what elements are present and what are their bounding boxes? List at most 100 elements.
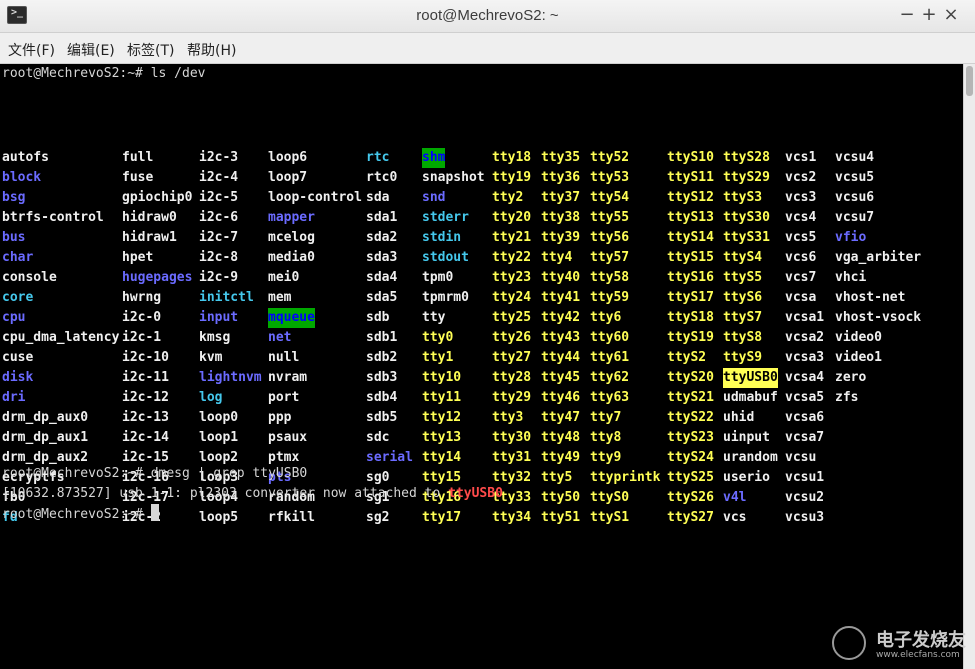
dev-entry: sdb — [366, 310, 390, 325]
dev-entry: tty — [422, 310, 446, 325]
dev-entry: vcsa3 — [785, 350, 825, 365]
menu-help[interactable]: 帮助(H) — [187, 40, 236, 60]
maximize-button[interactable]: + — [918, 5, 940, 25]
dev-entry: tty35 — [541, 150, 581, 165]
watermark-logo-icon — [832, 626, 866, 660]
dev-entry: i2c-11 — [122, 370, 169, 385]
dev-entry: kvm — [199, 350, 223, 365]
dev-entry: uinput — [723, 430, 770, 445]
dev-entry: vcsu2 — [785, 490, 825, 505]
dev-entry: vcsu — [785, 450, 817, 465]
dev-entry: stderr — [422, 210, 469, 225]
dev-entry: mqueue — [268, 308, 315, 328]
dev-entry: vcs7 — [785, 270, 817, 285]
dev-entry: tty39 — [541, 230, 581, 245]
title-bar[interactable]: >_ root@MechrevoS2: ~ − + × — [0, 0, 975, 33]
dev-entry: tty31 — [492, 450, 532, 465]
dev-entry: ttyS27 — [667, 510, 714, 525]
dev-entry: i2c-3 — [199, 150, 239, 165]
scrollbar-thumb[interactable] — [966, 66, 973, 96]
dev-entry: ttyS12 — [667, 190, 714, 205]
dev-entry: vcs2 — [785, 170, 817, 185]
scrollbar[interactable] — [963, 64, 975, 669]
watermark: 电子发烧友 www.elecfans.com — [826, 620, 966, 665]
dev-entry: ttyS17 — [667, 290, 714, 305]
menu-file[interactable]: 文件(F) — [8, 40, 55, 60]
dev-entry: tty8 — [590, 430, 622, 445]
dev-entry: sdb5 — [366, 410, 398, 425]
dev-entry: tty1 — [422, 350, 454, 365]
dev-entry: ttyS5 — [723, 270, 763, 285]
dev-entry: cpu — [2, 310, 26, 325]
terminal-window: >_ root@MechrevoS2: ~ − + × 文件(F) 编辑(E) … — [0, 0, 975, 669]
dev-entry: vcs4 — [785, 210, 817, 225]
dev-entry: tty20 — [492, 210, 532, 225]
dev-entry: mei0 — [268, 270, 300, 285]
dev-entry: vcs — [723, 510, 747, 525]
dev-entry: tty6 — [590, 310, 622, 325]
dev-entry: vcsa7 — [785, 430, 825, 445]
menu-tabs[interactable]: 标签(T) — [127, 40, 174, 60]
dev-entry: bsg — [2, 190, 26, 205]
dev-entry: block — [2, 170, 42, 185]
minimize-button[interactable]: − — [896, 5, 918, 25]
dev-entry: vcsu3 — [785, 510, 825, 525]
dev-entry: kmsg — [199, 330, 231, 345]
dev-entry: vcsa1 — [785, 310, 825, 325]
dev-entry: vcsa6 — [785, 410, 825, 425]
dev-entry: log — [199, 390, 223, 405]
dev-entry: tpmrm0 — [422, 290, 469, 305]
dev-entry: hugepages — [122, 270, 193, 285]
dev-entry: tty58 — [590, 270, 630, 285]
dev-entry: uhid — [723, 410, 755, 425]
dev-entry: char — [2, 250, 34, 265]
dev-entry: sda2 — [366, 230, 398, 245]
dev-entry: snd — [422, 190, 446, 205]
dev-entry: tty56 — [590, 230, 630, 245]
dev-entry: ttyS7 — [723, 310, 763, 325]
dev-entry: ttyS10 — [667, 150, 714, 165]
dev-entry: vcsu4 — [835, 150, 875, 165]
dev-entry: nvram — [268, 370, 308, 385]
dev-entry: null — [268, 350, 300, 365]
dev-entry: tty47 — [541, 410, 581, 425]
dev-entry: i2c-9 — [199, 270, 239, 285]
close-button[interactable]: × — [940, 5, 962, 25]
dev-entry: ttyS22 — [667, 410, 714, 425]
dev-entry: zfs — [835, 390, 859, 405]
dev-entry: tty11 — [422, 390, 462, 405]
dev-entry: ttyS24 — [667, 450, 714, 465]
terminal-output[interactable]: root@MechrevoS2:~# ls /dev autofs block bs… — [0, 64, 963, 669]
dev-entry: autofs — [2, 150, 49, 165]
dev-entry: tty30 — [492, 430, 532, 445]
dev-entry: sdb2 — [366, 350, 398, 365]
dev-entry: vcsa5 — [785, 390, 825, 405]
dev-entry: stdout — [422, 250, 469, 265]
dev-entry: tty25 — [492, 310, 532, 325]
dev-entry: tty3 — [492, 410, 524, 425]
dev-entry: port — [268, 390, 300, 405]
dev-entry: tty2 — [492, 190, 524, 205]
dev-entry: vhci — [835, 270, 867, 285]
dev-entry: i2c-14 — [122, 430, 169, 445]
dev-entry: btrfs-control — [2, 210, 104, 225]
menu-bar: 文件(F) 编辑(E) 标签(T) 帮助(H) — [0, 33, 975, 64]
dev-entry: ttyS3 — [723, 190, 763, 205]
dev-entry: sg2 — [366, 510, 390, 525]
dev-entry: tty18 — [492, 150, 532, 165]
dev-entry: tty48 — [541, 430, 581, 445]
dev-entry: disk — [2, 370, 34, 385]
dev-entry: i2c-5 — [199, 190, 239, 205]
dev-entry: ttyS30 — [723, 210, 770, 225]
menu-edit[interactable]: 编辑(E) — [67, 40, 115, 60]
dev-entry: loop0 — [199, 410, 239, 425]
dev-entry: hpet — [122, 250, 154, 265]
dev-entry: vcsa4 — [785, 370, 825, 385]
dev-entry: tty36 — [541, 170, 581, 185]
dev-entry: urandom — [723, 450, 778, 465]
dmesg-device-match: ttyUSB0 — [448, 486, 503, 501]
dev-entry: tty7 — [590, 410, 622, 425]
dev-entry: vcsu6 — [835, 190, 875, 205]
prompt-line[interactable]: root@MechrevoS2:~# — [2, 504, 159, 524]
dev-entry: tty28 — [492, 370, 532, 385]
